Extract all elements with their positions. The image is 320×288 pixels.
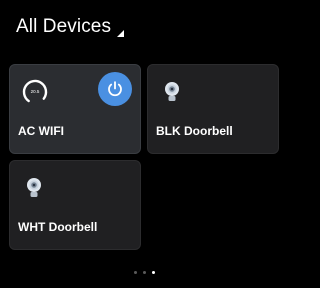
page-title: All Devices [16, 16, 112, 37]
device-list-screen: All Devices 20.5 AC WIFI BLK Doorbell WH… [0, 0, 288, 288]
power-icon [108, 81, 122, 97]
page-dot-2[interactable] [142, 271, 146, 274]
device-name: AC WIFI [18, 124, 64, 138]
power-toggle-button[interactable] [98, 72, 132, 106]
doorbell-camera-icon [165, 82, 179, 101]
page-dot-1[interactable] [133, 271, 137, 274]
device-card-wht-doorbell[interactable]: WHT Doorbell [9, 160, 141, 250]
device-card-ac-wifi[interactable]: 20.5 AC WIFI [9, 64, 141, 154]
thermostat-dial-icon: 20.5 [22, 79, 48, 105]
page-dot-3-active[interactable] [151, 271, 155, 274]
device-name: BLK Doorbell [156, 124, 233, 138]
device-filter-dropdown[interactable]: All Devices [16, 14, 125, 40]
caret-down-icon [117, 30, 125, 37]
thermostat-value: 20.5 [30, 89, 40, 94]
device-card-blk-doorbell[interactable]: BLK Doorbell [147, 64, 279, 154]
doorbell-camera-icon [27, 178, 41, 197]
page-indicator [0, 271, 288, 274]
device-name: WHT Doorbell [18, 220, 98, 234]
